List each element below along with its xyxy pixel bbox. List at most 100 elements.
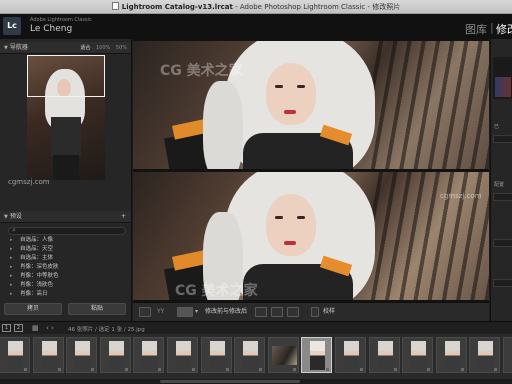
thumbnail-badge-icon [326, 368, 330, 371]
module-library[interactable]: 图库 [465, 21, 487, 37]
thumbnail-badge-icon [427, 368, 431, 371]
thumbnail-image [411, 341, 427, 370]
thumbnail-image [75, 341, 91, 370]
copy-settings-button[interactable]: 拷贝 [4, 303, 62, 315]
copy-after-to-before-icon[interactable] [271, 307, 283, 317]
mode-dropdown-icon[interactable]: ▾ [195, 307, 198, 317]
module-separator: | [490, 21, 494, 34]
zoom-fit[interactable]: 适合 [80, 45, 90, 51]
preset-list: 自选品：人像 自选品：天空 自选品：主体 肖像：深色皮肤 肖像：中等肤色 肖像：… [4, 236, 128, 299]
thumbnail-badge-icon [259, 368, 263, 371]
presets-header[interactable]: ▼ 预设 + [0, 211, 131, 223]
thumbnail-image [377, 341, 393, 370]
panel-row[interactable] [493, 279, 512, 287]
view-mode-label-icon: YY [157, 308, 165, 315]
filmstrip-thumbnail[interactable] [200, 337, 232, 373]
preset-folder-item[interactable]: 肖像：深色皮肤 [4, 263, 128, 272]
module-develop[interactable]: 修改 [496, 21, 512, 37]
filmstrip-thumbnail[interactable] [133, 337, 165, 373]
profile-row[interactable] [493, 193, 512, 201]
watermark-brand: CG 美术之家 [175, 283, 258, 299]
navigator-zoom-options: 适合 100% 50% [76, 42, 127, 54]
right-panel: 已 配置 [490, 39, 512, 321]
filmstrip [0, 334, 512, 384]
filmstrip-thumbnail[interactable] [0, 337, 30, 373]
before-after-mode-icon[interactable] [177, 307, 193, 317]
collapse-triangle-icon[interactable]: ▼ [4, 45, 8, 51]
collapse-triangle-icon[interactable]: ▼ [4, 214, 8, 220]
prev-next-arrows-icon[interactable]: ‹ › [46, 324, 54, 332]
filmstrip-thumbnail[interactable] [435, 337, 467, 373]
navigator-figure-body [51, 117, 81, 157]
filmstrip-thumbnail[interactable] [267, 337, 299, 373]
histogram[interactable] [493, 57, 512, 99]
filmstrip-thumbnail[interactable] [66, 337, 98, 373]
filmstrip-thumbnail[interactable] [368, 337, 400, 373]
copy-before-to-after-icon[interactable] [255, 307, 267, 317]
navigator-title: 导航器 [9, 44, 28, 51]
preset-search-input[interactable]: ⌕ [8, 226, 126, 235]
photo-eye [275, 216, 283, 219]
zoom-50[interactable]: 50% [116, 45, 127, 51]
develop-toolbar: YY ▾ 修改前与修改后 校样 [133, 302, 489, 321]
tool-strip[interactable] [493, 135, 512, 143]
photo-lips [284, 110, 296, 114]
thumbnail-badge-icon [158, 368, 162, 371]
thumbnail-image [8, 341, 23, 370]
zoom-100[interactable]: 100% [96, 45, 110, 51]
navigator-view-rectangle[interactable] [27, 55, 105, 97]
swap-before-after-icon[interactable] [287, 307, 299, 317]
scrollbar-thumb[interactable] [160, 380, 300, 383]
thumbnail-image [108, 341, 124, 370]
filmstrip-thumbnail[interactable] [99, 337, 131, 373]
soft-proofing-label: 校样 [323, 308, 336, 315]
filmstrip-scrollbar[interactable] [0, 379, 512, 384]
filmstrip-thumbnail[interactable] [503, 337, 512, 373]
filmstrip-bar: 1 2 ▦ ‹ › 46 张照片 / 选定 1 张 / 25.jpg [0, 321, 512, 334]
photo-face [266, 194, 316, 256]
grid-view-icon[interactable]: ▦ [32, 324, 39, 332]
paste-settings-button[interactable]: 粘贴 [68, 303, 126, 315]
thumbnail-image [444, 341, 460, 370]
filmstrip-thumbnail[interactable] [234, 337, 266, 373]
preset-folder-item[interactable]: 自选品：天空 [4, 245, 128, 254]
window-title-app: - Adobe Photoshop Lightroom Classic - 修改… [232, 3, 401, 11]
search-icon: ⌕ [12, 226, 16, 234]
primary-monitor-button[interactable]: 1 [2, 324, 11, 332]
filmstrip-thumbnail[interactable] [469, 337, 501, 373]
filmstrip-thumbnail[interactable] [167, 337, 198, 373]
thumbnail-badge-icon [360, 368, 363, 371]
photo-eye [297, 216, 305, 219]
filmstrip-thumbnail[interactable] [32, 337, 64, 373]
presets-title: 预设 [9, 213, 22, 220]
thumbnail-image [478, 341, 494, 370]
photo-hair-strand [203, 81, 243, 169]
loupe-view-icon[interactable] [139, 307, 151, 317]
navigator-header[interactable]: ▼ 导航器 适合 100% 50% [0, 42, 131, 54]
preset-folder-item[interactable]: 肖像：浅肤色 [4, 281, 128, 290]
filmstrip-thumbnail[interactable] [402, 337, 434, 373]
thumbnail-image [209, 341, 225, 370]
preset-folder-item[interactable]: 肖像：高日 [4, 290, 128, 299]
filmstrip-source-path[interactable]: 46 张照片 / 选定 1 张 / 25.jpg [68, 325, 145, 333]
thumbnail-image [310, 341, 326, 370]
add-preset-icon[interactable]: + [121, 211, 126, 223]
preset-folder-item[interactable]: 自选品：主体 [4, 254, 128, 263]
photo-lips [284, 241, 296, 245]
photo-pipes [369, 41, 489, 169]
panel-row[interactable] [493, 239, 512, 247]
thumbnail-badge-icon [460, 368, 464, 371]
catalog-filename: Lightroom Catalog-v13.lrcat [121, 3, 233, 11]
soft-proofing-checkbox[interactable] [311, 307, 319, 317]
preset-folder-item[interactable]: 自选品：人像 [4, 236, 128, 245]
navigator-preview[interactable] [27, 55, 105, 180]
thumbnail-image [271, 346, 297, 365]
secondary-monitor-button[interactable]: 2 [14, 324, 23, 332]
filmstrip-thumbnail[interactable] [335, 337, 366, 373]
thumbnail-badge-icon [124, 368, 128, 371]
watermark-site: cgmszj.com [440, 192, 482, 200]
thumbnail-badge-icon [91, 368, 95, 371]
preset-folder-item[interactable]: 肖像：中等肤色 [4, 272, 128, 281]
filmstrip-thumbnail-selected[interactable] [301, 337, 333, 373]
thumbnail-badge-icon [494, 368, 498, 371]
